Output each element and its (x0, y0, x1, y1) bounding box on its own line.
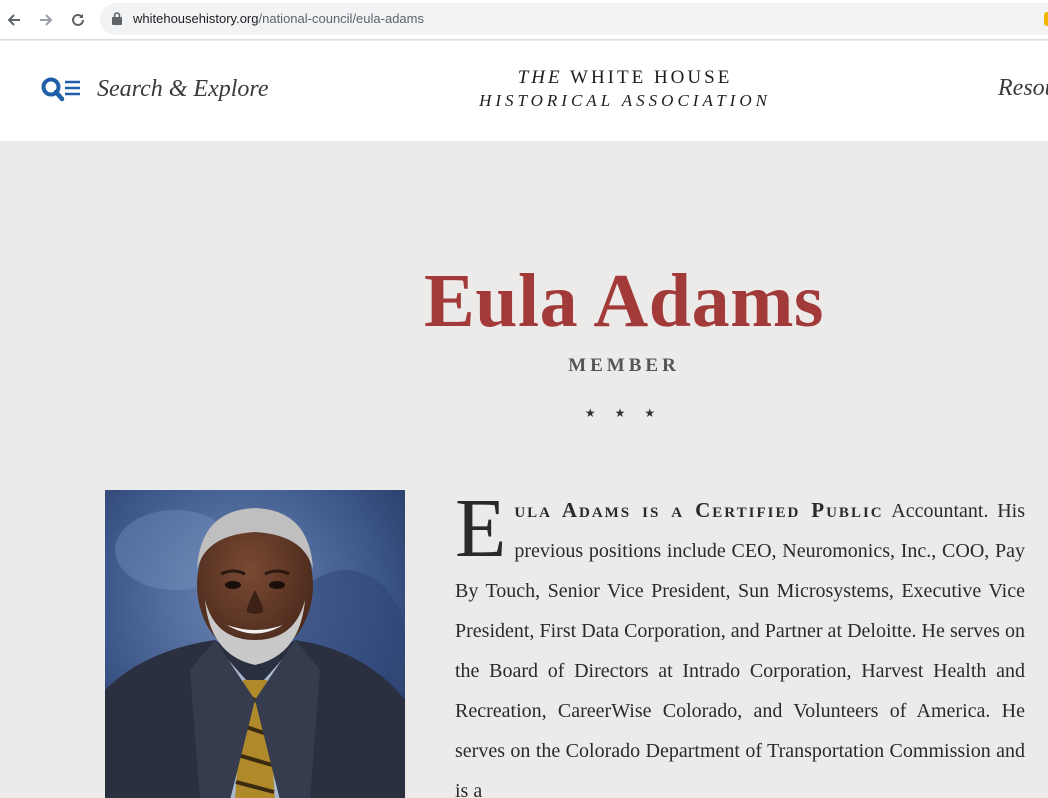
logo-white-house: WHITE HOUSE (570, 67, 733, 88)
extension-icon[interactable] (1044, 12, 1048, 26)
search-explore-label: Search & Explore (97, 76, 269, 102)
member-role: MEMBER (568, 355, 680, 376)
forward-button[interactable] (34, 8, 58, 32)
reload-icon (72, 13, 84, 26)
portrait-image (105, 490, 405, 798)
lock-icon (112, 12, 122, 25)
back-button[interactable] (2, 8, 26, 32)
forward-arrow-icon (40, 14, 53, 26)
logo-line1: THE WHITE HOUSE (470, 67, 780, 89)
address-bar[interactable]: whitehousehistory.org/national-council/e… (100, 3, 1048, 35)
url-text: whitehousehistory.org/national-council/e… (133, 11, 424, 26)
logo-line2: HISTORICAL ASSOCIATION (479, 91, 771, 110)
site-logo[interactable]: THE WHITE HOUSE HISTORICAL ASSOCIATION (470, 67, 780, 111)
url-domain: whitehousehistory.org (133, 11, 259, 26)
url-path: /national-council/eula-adams (258, 11, 424, 26)
reload-button[interactable] (66, 8, 90, 32)
member-portrait (105, 490, 405, 798)
member-bio: E ula Adams is a Certified Public Accoun… (455, 482, 1025, 798)
site-header: Search & Explore THE WHITE HOUSE HISTORI… (0, 41, 1048, 141)
page-title: Eula Adams (424, 259, 824, 343)
star-divider: ★ ★ ★ (584, 406, 664, 420)
bio-text: Accountant. His previous positions inclu… (455, 500, 1025, 798)
logo-the: THE (517, 67, 563, 88)
bio-lead: ula Adams is a Certified Public (514, 498, 884, 522)
search-explore-button[interactable]: Search & Explore (41, 76, 269, 103)
browser-toolbar: whitehousehistory.org/national-council/e… (0, 0, 1048, 40)
search-menu-icon (41, 77, 80, 101)
resources-link[interactable]: Resou (998, 75, 1048, 102)
back-arrow-icon (7, 14, 20, 26)
bio-dropcap: E (455, 482, 507, 575)
